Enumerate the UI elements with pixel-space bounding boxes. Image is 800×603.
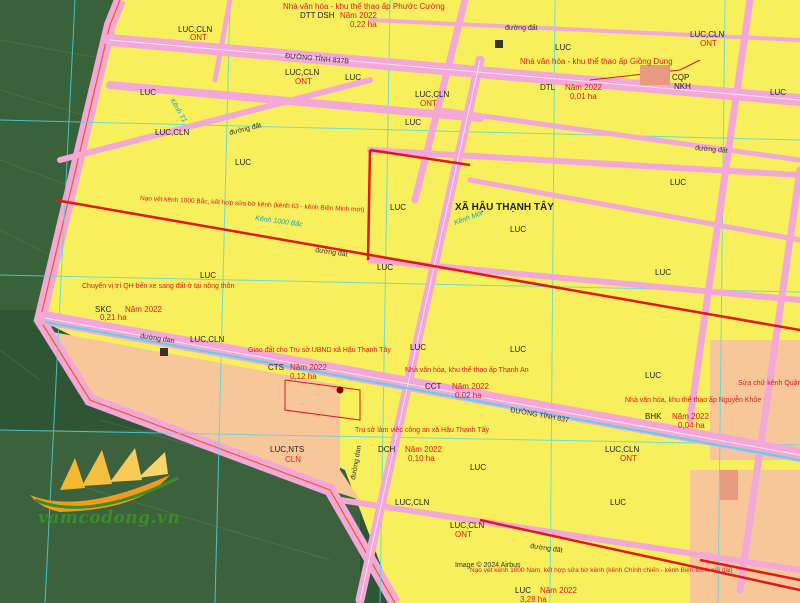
svg-text:0,04 ha: 0,04 ha (678, 421, 705, 430)
land-code: NKH (674, 82, 691, 91)
land-code: ONT (620, 454, 637, 463)
map-view[interactable]: XÃ HẬU THẠNH TÂY ĐƯỜNG TỈNH 837B ĐƯỜNG T… (0, 0, 800, 603)
road-label: đường đất (505, 23, 538, 32)
svg-text:BHK: BHK (645, 412, 662, 421)
svg-text:Trụ sở làm việc công an xã Hậu: Trụ sở làm việc công an xã Hậu Thạnh Tây (355, 426, 490, 434)
land-code: LUC (555, 43, 571, 52)
svg-text:Năm 2022: Năm 2022 (540, 586, 577, 595)
location-marker (336, 386, 344, 394)
land-code: LUC,CLN (450, 521, 484, 530)
svg-text:Nhà văn hóa - khu thể thao ấp: Nhà văn hóa - khu thể thao ấp Phước Cườn… (283, 2, 445, 11)
land-code: ONT (190, 33, 207, 42)
svg-text:0,12 ha: 0,12 ha (290, 372, 317, 381)
land-code: LUC (770, 88, 786, 97)
land-code: LUC (235, 158, 251, 167)
land-code: LUC (345, 73, 361, 82)
land-code: LUC,CLN (285, 68, 319, 77)
land-code: LUC (610, 498, 626, 507)
land-code: LUC (377, 263, 393, 272)
land-code: ONT (700, 39, 717, 48)
land-code: ONT (420, 99, 437, 108)
svg-text:Nhà văn hóa, khu thể thao ấp T: Nhà văn hóa, khu thể thao ấp Thanh An (405, 365, 529, 374)
poi-square (495, 40, 503, 48)
svg-text:0,22 ha: 0,22 ha (350, 20, 377, 29)
svg-text:Sửa chữ kênh Quận đ: Sửa chữ kênh Quận đ (738, 379, 800, 387)
land-code: LUC,CLN (415, 90, 449, 99)
land-code: LUC (470, 463, 486, 472)
land-code: LUC,NTS (270, 445, 304, 454)
land-code: LUC (670, 178, 686, 187)
land-code: CLN (285, 455, 301, 464)
svg-text:DCH: DCH (378, 445, 396, 454)
svg-text:Năm 2022: Năm 2022 (452, 382, 489, 391)
svg-text:Năm 2022: Năm 2022 (565, 83, 602, 92)
svg-text:Nhà văn hóa, khu thể thao ấp N: Nhà văn hóa, khu thể thao ấp Nguyễn Khôe (625, 395, 761, 404)
land-code: LUC (200, 271, 216, 280)
land-code: CQP (672, 73, 689, 82)
commune-label: XÃ HẬU THẠNH TÂY (455, 200, 554, 213)
logo-text: vamcodong.vn (38, 508, 181, 528)
svg-text:Năm 2022: Năm 2022 (290, 363, 327, 372)
land-code: LUC,CLN (190, 335, 224, 344)
land-code: LUC,CLN (395, 498, 429, 507)
svg-text:LUC: LUC (515, 586, 531, 595)
svg-text:0,01 ha: 0,01 ha (570, 92, 597, 101)
svg-text:Chuyển vị trí QH bến xe sang đ: Chuyển vị trí QH bến xe sang đất ở tại n… (82, 281, 235, 290)
svg-text:3,28 ha: 3,28 ha (520, 595, 547, 603)
land-code: LUC (390, 203, 406, 212)
land-code: LUC (655, 268, 671, 277)
svg-text:Năm 2022: Năm 2022 (125, 305, 162, 314)
land-code: LUC (510, 345, 526, 354)
svg-text:0,02 ha: 0,02 ha (455, 391, 482, 400)
land-code: LUC (405, 118, 421, 127)
svg-text:DTL: DTL (540, 83, 556, 92)
svg-text:Nhà văn hóa - khu thể thao ấp: Nhà văn hóa - khu thể thao ấp Giồng Dung (520, 57, 673, 66)
land-code: LUC (510, 225, 526, 234)
svg-text:0,21 ha: 0,21 ha (100, 313, 127, 322)
cqp-parcel (640, 65, 670, 85)
land-code: ONT (295, 77, 312, 86)
svg-text:Năm 2022: Năm 2022 (340, 11, 377, 20)
svg-text:Năm 2022: Năm 2022 (672, 412, 709, 421)
svg-text:0,10 ha: 0,10 ha (408, 454, 435, 463)
land-code: LUC,CLN (690, 30, 724, 39)
svg-text:Năm 2022: Năm 2022 (405, 445, 442, 454)
svg-text:CCT: CCT (425, 382, 442, 391)
land-code: LUC (140, 88, 156, 97)
land-code: LUC (410, 343, 426, 352)
poi-square (160, 348, 168, 356)
land-code: LUC,CLN (155, 128, 189, 137)
image-credit: Image © 2024 Airbus (455, 561, 521, 569)
land-code: LUC (645, 371, 661, 380)
land-code: ONT (455, 530, 472, 539)
land-code: LUC,CLN (605, 445, 639, 454)
svg-text:Giao đất cho Trụ sở UBND xã Hậ: Giao đất cho Trụ sở UBND xã Hậu Thạnh Tâ… (248, 345, 391, 354)
svg-text:DTT DSH: DTT DSH (300, 11, 335, 20)
svg-text:CTS: CTS (268, 363, 284, 372)
parcel (720, 470, 738, 500)
